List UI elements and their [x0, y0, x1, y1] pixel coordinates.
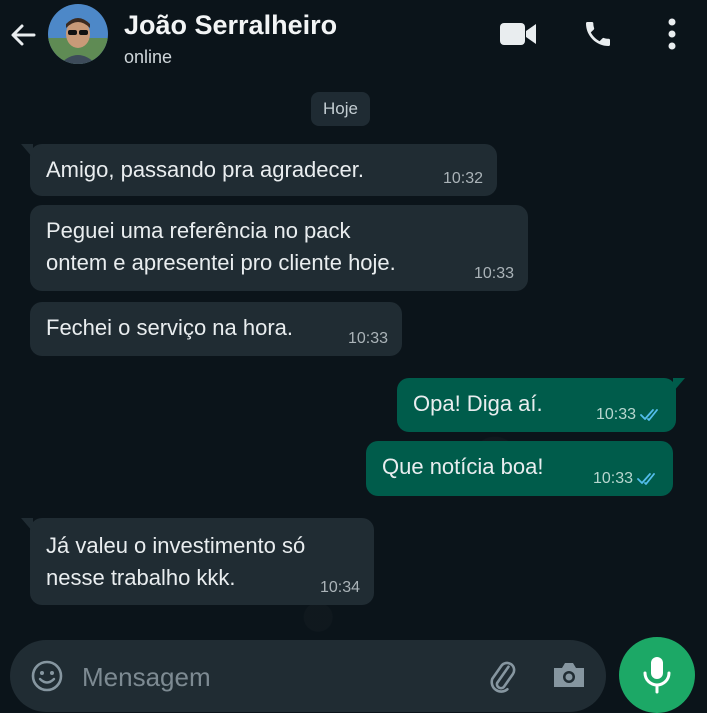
- message-bubble-incoming[interactable]: Amigo, passando pra agradecer. 10:32: [21, 144, 497, 196]
- message-time: 10:32: [442, 170, 483, 187]
- message-text: Já valeu o investimento só nesse trabalh…: [46, 533, 306, 590]
- message-bubble-incoming[interactable]: Já valeu o investimento só nesse trabalh…: [21, 518, 374, 605]
- message-text: Peguei uma referência no pack ontem e ap…: [46, 218, 396, 275]
- chat-header: João Serralheiro online: [0, 0, 707, 80]
- phone-icon[interactable]: [578, 14, 618, 54]
- message-time: 10:34: [319, 579, 360, 596]
- back-arrow-icon[interactable]: [6, 18, 40, 52]
- message-input[interactable]: [80, 658, 444, 696]
- bubble-tail: [21, 518, 33, 532]
- message-text: Fechei o serviço na hora.: [46, 315, 294, 340]
- message-meta: 10:33: [596, 406, 662, 424]
- contact-status: online: [124, 47, 173, 67]
- date-chip: Hoje: [311, 92, 370, 126]
- message-time: 10:33: [592, 470, 633, 487]
- camera-icon[interactable]: [550, 657, 590, 697]
- message-bubble-incoming[interactable]: Peguei uma referência no pack ontem e ap…: [30, 205, 528, 291]
- attach-icon[interactable]: [482, 656, 522, 696]
- bubble-tail: [21, 144, 33, 158]
- message-bubble-outgoing[interactable]: Que notícia boa! 10:33: [366, 441, 673, 496]
- avatar[interactable]: [48, 4, 108, 64]
- message-text: Amigo, passando pra agradecer.: [46, 157, 364, 182]
- message-meta: 10:33: [593, 470, 659, 488]
- message-meta: 10:33: [348, 330, 388, 348]
- bubble-tail: [673, 378, 685, 392]
- read-ticks-icon: [637, 473, 655, 485]
- message-meta: 10:34: [320, 579, 360, 597]
- read-ticks-icon: [640, 409, 658, 421]
- more-options-icon[interactable]: [652, 14, 692, 54]
- message-meta: 10:32: [443, 170, 483, 188]
- microphone-icon: [643, 657, 671, 694]
- message-time: 10:33: [347, 330, 388, 347]
- contact-name[interactable]: João Serralheiro: [124, 10, 337, 41]
- message-bubble-incoming[interactable]: Fechei o serviço na hora. 10:33: [30, 302, 402, 356]
- message-meta: 10:33: [474, 265, 514, 283]
- video-call-icon[interactable]: [498, 14, 538, 54]
- microphone-button[interactable]: [619, 637, 695, 713]
- message-time: 10:33: [595, 406, 636, 423]
- message-time: 10:33: [473, 265, 514, 282]
- message-composer: [10, 640, 606, 712]
- emoji-icon[interactable]: [30, 659, 64, 693]
- message-bubble-outgoing[interactable]: Opa! Diga aí. 10:33: [397, 378, 685, 432]
